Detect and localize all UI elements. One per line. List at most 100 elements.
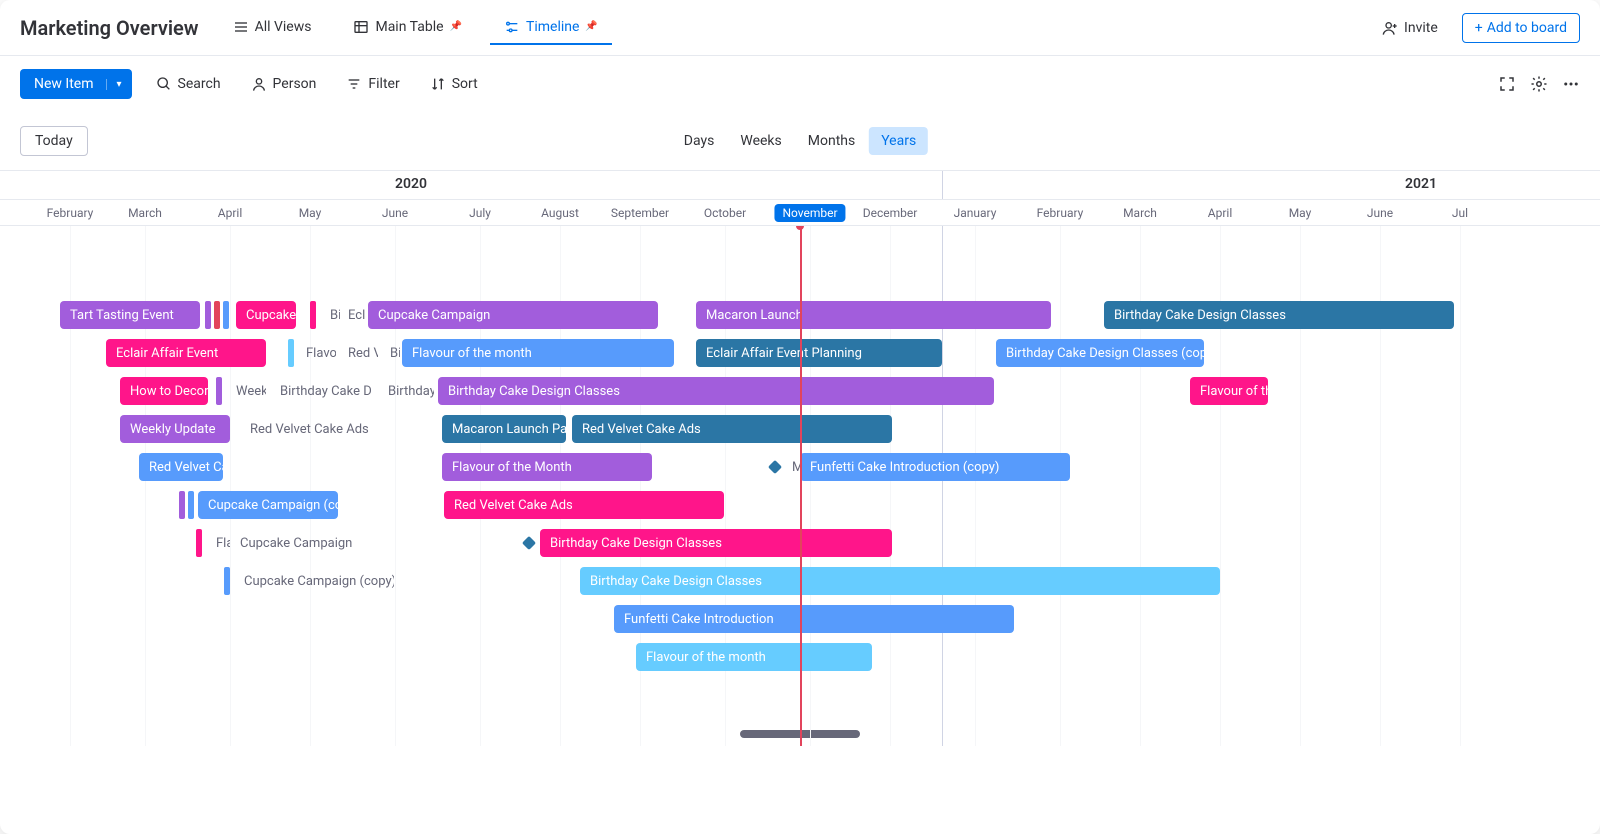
scale-years[interactable]: Years (869, 127, 928, 155)
timeline-bar[interactable]: Birthday (378, 377, 434, 405)
timeline-bar[interactable]: Funfetti Cake Introduction (614, 605, 1014, 633)
timeline-bar[interactable]: Weekl (226, 377, 266, 405)
month-label: March (120, 204, 170, 222)
board-title: Marketing Overview (20, 16, 199, 40)
tab-label: Main Table (375, 19, 443, 35)
timeline-bar[interactable]: Red Velvet Cake Ads (572, 415, 892, 443)
timeline-bar[interactable]: Red Velvet Cake Ads (444, 491, 724, 519)
timeline-bar[interactable]: Red Ve (338, 339, 378, 367)
timeline-bar[interactable]: Eclair Affair Event Planning (696, 339, 942, 367)
add-board-label: Add to board (1487, 20, 1567, 36)
person-filter[interactable]: Person (245, 72, 323, 96)
timeline-bar[interactable]: Birthday Cake Design Classes (580, 567, 1220, 595)
timeline-bar[interactable]: Birthday Cake Design Classes (540, 529, 892, 557)
today-button[interactable]: Today (20, 126, 88, 156)
timeline-bar[interactable]: Bir (380, 339, 400, 367)
timeline-bar[interactable]: Birthday Cake Design Classes (1104, 301, 1454, 329)
scale-days[interactable]: Days (672, 127, 727, 155)
timeline-bar[interactable]: Flavour of the month (402, 339, 674, 367)
month-label: May (291, 204, 330, 222)
toolbar: New Item ▾ Search Person Filter Sort (0, 56, 1600, 112)
timeline-bar[interactable]: Red Velvet Cake Ads (240, 415, 380, 443)
gear-icon[interactable] (1530, 75, 1548, 93)
more-icon[interactable] (1562, 75, 1580, 93)
timeline-bar[interactable]: Birthday Cake Design Classes (copy) (996, 339, 1204, 367)
timeline-bar[interactable]: Cupcake Campaign (368, 301, 658, 329)
month-label: September (603, 204, 677, 222)
tab-all-views[interactable]: All Views (219, 11, 326, 45)
fullscreen-icon[interactable] (1498, 75, 1516, 93)
chevron-down-icon[interactable]: ▾ (106, 79, 122, 90)
milestone-diamond[interactable] (768, 460, 782, 474)
timeline-chip[interactable] (288, 339, 294, 367)
month-label: August (533, 204, 587, 222)
timeline-bar[interactable]: Tart Tasting Event (60, 301, 200, 329)
timeline-bar[interactable]: How to Decora (120, 377, 208, 405)
timeline-bar[interactable]: Cupcake (236, 301, 296, 329)
scale-weeks[interactable]: Weeks (728, 127, 793, 155)
milestone-diamond[interactable] (522, 536, 536, 550)
new-item-label: New Item (34, 76, 94, 92)
timeline-bar[interactable]: Cupcake Campaign (230, 529, 370, 557)
new-item-button[interactable]: New Item ▾ (20, 69, 132, 99)
timeline-bar[interactable]: Macaron Launch Pa (442, 415, 566, 443)
timeline-bar[interactable]: Birthday Cake Design Classes (438, 377, 994, 405)
year-header: 2020 2021 (0, 170, 1600, 200)
timeline-chip[interactable] (216, 377, 222, 405)
sort-label: Sort (452, 76, 478, 92)
month-header: FebruaryMarchAprilMayJuneJulyAugustSepte… (0, 200, 1600, 226)
tab-main-table[interactable]: Main Table 📌 (339, 11, 476, 45)
timeline-bar[interactable]: Red Velvet Ca (139, 453, 223, 481)
timeline-body[interactable]: Tart Tasting EventCupcakeBirEclaiCupcake… (0, 226, 1600, 746)
timeline-chip[interactable] (188, 491, 194, 519)
table-icon (353, 19, 369, 35)
list-icon (233, 19, 249, 35)
timeline-bar[interactable]: Cupcake Campaign (copy) (234, 567, 394, 595)
filter-icon (346, 76, 362, 92)
timeline-chip[interactable] (214, 301, 220, 329)
timeline-chip[interactable] (223, 301, 229, 329)
timeline-bar[interactable]: Eclair Affair Event (106, 339, 266, 367)
timeline-bar[interactable]: Ma (782, 453, 802, 481)
sort-icon (430, 76, 446, 92)
timeline-bar[interactable]: Flav (206, 529, 230, 557)
now-indicator (800, 226, 802, 746)
header-bar: Marketing Overview All Views Main Table … (0, 0, 1600, 56)
timeline-chip[interactable] (310, 301, 316, 329)
timeline-chip[interactable] (224, 567, 230, 595)
timeline-bar[interactable]: Funfetti Cake Introduction (copy) (800, 453, 1070, 481)
now-indicator-dot (796, 226, 804, 230)
timeline-chip[interactable] (179, 491, 185, 519)
search-icon (156, 76, 172, 92)
month-label: November (774, 204, 845, 222)
plus-icon: + (1475, 20, 1483, 36)
search-button[interactable]: Search (150, 72, 227, 96)
timeline-bar[interactable]: Flavou (296, 339, 336, 367)
timeline-chip[interactable] (205, 301, 211, 329)
invite-button[interactable]: Invite (1372, 14, 1448, 42)
scale-months[interactable]: Months (796, 127, 867, 155)
month-label: June (1359, 204, 1401, 222)
timeline-bar[interactable]: Flavour of the month (636, 643, 872, 671)
timeline-bar[interactable]: Eclai (338, 301, 366, 329)
tab-label: All Views (255, 19, 312, 35)
timeline-bar[interactable]: Weekly Update (120, 415, 230, 443)
tab-timeline[interactable]: Timeline 📌 (490, 11, 612, 45)
filter-label: Filter (368, 76, 399, 92)
timeline-bar[interactable]: Cupcake Campaign (copy (198, 491, 338, 519)
time-scale-switch: Days Weeks Months Years (672, 127, 928, 155)
timeline-bar[interactable]: Macaron Launch (696, 301, 1051, 329)
timeline-bar[interactable]: Bir (320, 301, 340, 329)
sort-button[interactable]: Sort (424, 72, 484, 96)
year-divider (942, 171, 943, 199)
month-label: May (1281, 204, 1320, 222)
timeline-bar[interactable]: Flavour of the (1190, 377, 1268, 405)
timeline-bar[interactable]: Birthday Cake Desig (270, 377, 372, 405)
add-to-board-button[interactable]: + Add to board (1462, 13, 1580, 43)
timeline-chip[interactable] (196, 529, 202, 557)
person-icon (251, 76, 267, 92)
month-label: December (855, 204, 926, 222)
person-label: Person (273, 76, 317, 92)
timeline-bar[interactable]: Flavour of the Month (442, 453, 652, 481)
filter-button[interactable]: Filter (340, 72, 405, 96)
